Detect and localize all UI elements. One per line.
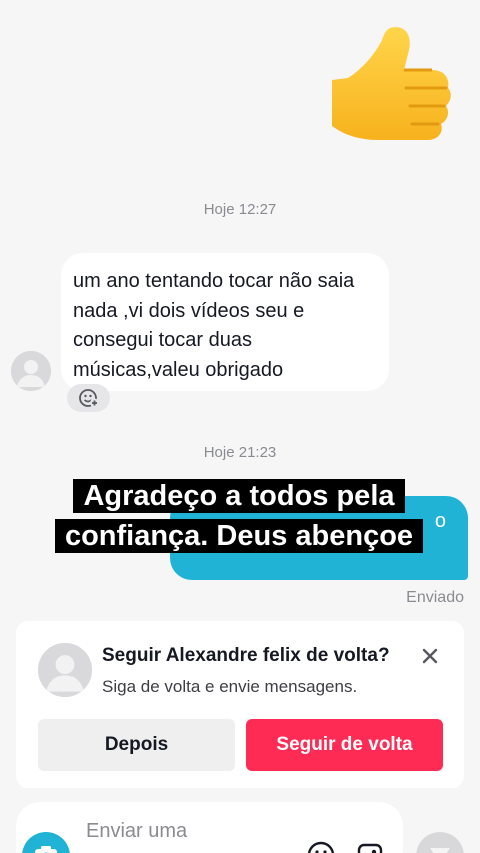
send-icon [430,848,450,853]
user-avatar[interactable] [38,643,92,697]
follow-back-card: Seguir Alexandre felix de volta? Siga de… [16,621,464,788]
emoji-button[interactable] [306,840,336,853]
incoming-message-text: um ano tentando tocar não saia nada ,vi … [73,270,355,381]
add-reaction-icon [78,389,99,408]
message-timestamp: Hoje 12:27 [203,201,277,218]
thumbs-up-icon [332,27,451,141]
default-avatar-icon [11,351,51,391]
emoji-icon [307,841,335,853]
message-composer[interactable]: Enviar uma [16,802,403,853]
add-reaction-button[interactable] [67,384,110,412]
thumbs-up-emoji-message[interactable] [318,20,458,160]
video-caption-overlay: Agradeço a todos pela confiança. Deus ab… [42,476,436,556]
follow-card-subtitle: Siga de volta e envie mensagens. [102,677,358,696]
sticker-icon [357,843,383,853]
incoming-message-bubble[interactable]: um ano tentando tocar não saia nada ,vi … [61,253,389,391]
send-button[interactable] [416,832,464,853]
close-card-button[interactable] [420,646,440,666]
message-input[interactable]: Enviar uma [86,820,187,843]
default-avatar-icon [38,643,92,697]
camera-icon [35,846,57,853]
close-icon [422,648,438,664]
caption-text: Agradeço a todos pela confiança. Deus ab… [54,479,424,553]
sticker-button[interactable] [356,842,384,853]
follow-back-button[interactable]: Seguir de volta [246,719,443,771]
message-timestamp: Hoje 21:23 [203,444,277,461]
camera-button[interactable] [22,832,70,853]
follow-card-title: Seguir Alexandre felix de volta? [102,645,390,666]
sender-avatar[interactable] [11,351,51,391]
sent-status: Enviado [406,589,464,606]
outgoing-message-text: o [434,510,446,532]
later-button[interactable]: Depois [38,719,235,771]
